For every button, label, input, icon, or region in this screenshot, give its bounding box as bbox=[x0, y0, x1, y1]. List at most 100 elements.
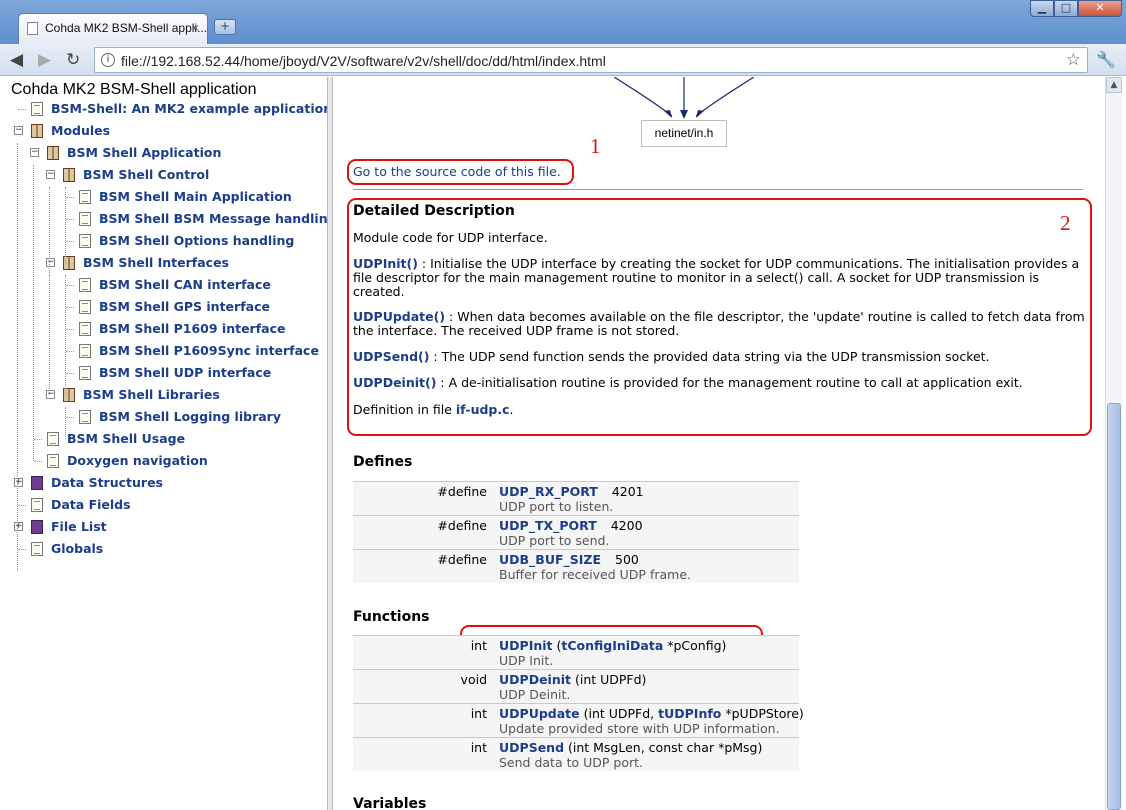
nav-item-label[interactable]: BSM-Shell: An MK2 example application bbox=[51, 101, 327, 116]
forward-arrow-icon[interactable]: ▶ bbox=[38, 50, 51, 70]
nav-item-label[interactable]: Data Fields bbox=[51, 497, 131, 512]
nav-item-label[interactable]: BSM Shell Usage bbox=[67, 431, 185, 446]
nav-item-label[interactable]: BSM Shell BSM Message handling bbox=[99, 211, 327, 226]
type-link[interactable]: tConfigIniData bbox=[561, 638, 663, 653]
tree-connector bbox=[66, 373, 74, 374]
nav-item[interactable]: Data Fields bbox=[0, 495, 327, 515]
nav-item[interactable]: − BSM Shell Control bbox=[0, 165, 327, 185]
nav-item-label[interactable]: Modules bbox=[51, 123, 110, 138]
return-type: int bbox=[470, 740, 487, 755]
nav-item-label[interactable]: BSM Shell CAN interface bbox=[99, 277, 271, 292]
collapse-icon[interactable]: − bbox=[30, 148, 39, 157]
functions-heading: Functions bbox=[353, 609, 430, 625]
new-tab-button[interactable]: + bbox=[214, 19, 236, 35]
doc-icon bbox=[79, 322, 91, 336]
nav-item-label[interactable]: BSM Shell Interfaces bbox=[83, 255, 229, 270]
vertical-scrollbar[interactable]: ▲ bbox=[1105, 77, 1122, 810]
collapse-icon[interactable]: − bbox=[46, 390, 55, 399]
nav-item-label[interactable]: Data Structures bbox=[51, 475, 163, 490]
nav-item[interactable]: − BSM Shell Application bbox=[0, 143, 327, 163]
back-arrow-icon[interactable]: ◀ bbox=[10, 50, 23, 70]
nav-item-label[interactable]: BSM Shell Options handling bbox=[99, 233, 294, 248]
define-row: #define UDP_RX_PORT 4201 UDP port to listen… bbox=[353, 481, 799, 515]
nav-item[interactable]: BSM Shell Logging library bbox=[0, 407, 327, 427]
wrench-menu-icon[interactable]: 🔧 bbox=[1096, 50, 1116, 69]
functions-table: int UDPInit (tConfigIniData *pConfig) UDP … bbox=[353, 635, 804, 771]
function-signature: UDPInit (tConfigIniData *pConfig) bbox=[499, 638, 726, 653]
function-link[interactable]: UDPSend() bbox=[353, 349, 429, 364]
nav-item-label[interactable]: BSM Shell GPS interface bbox=[99, 299, 270, 314]
function-row: void UDPDeinit (int UDPFd) UDP Deinit. bbox=[353, 669, 799, 703]
tab-close-icon[interactable]: × bbox=[191, 20, 199, 35]
tree-connector bbox=[66, 417, 74, 418]
source-code-link[interactable]: Go to the source code of this file. bbox=[353, 164, 561, 179]
nav-item[interactable]: + Data Structures bbox=[0, 473, 327, 493]
minimize-button[interactable]: ▁ bbox=[1030, 0, 1054, 17]
tree-connector bbox=[66, 197, 74, 198]
book-open-icon bbox=[63, 168, 75, 182]
doc-icon bbox=[31, 498, 43, 512]
nav-item-label[interactable]: BSM Shell P1609Sync interface bbox=[99, 343, 319, 358]
function-link[interactable]: UDPSend bbox=[499, 740, 564, 755]
expand-icon[interactable]: + bbox=[14, 478, 23, 487]
definition-file-link[interactable]: if-udp.c bbox=[456, 402, 510, 417]
definition-suffix: . bbox=[509, 402, 514, 417]
defines-table: #define UDP_RX_PORT 4201 UDP port to listen… bbox=[353, 481, 799, 583]
nav-item-label[interactable]: BSM Shell Libraries bbox=[83, 387, 220, 402]
function-signature: UDPDeinit (int UDPFd) bbox=[499, 672, 646, 687]
nav-item-label[interactable]: File List bbox=[51, 519, 107, 534]
type-link[interactable]: tUDPInfo bbox=[658, 706, 721, 721]
book-open-icon bbox=[31, 124, 43, 138]
book-open-icon bbox=[47, 146, 59, 160]
nav-item[interactable]: BSM-Shell: An MK2 example application bbox=[0, 99, 327, 119]
function-link[interactable]: UDPDeinit bbox=[499, 672, 571, 687]
define-value: 500 bbox=[615, 552, 639, 567]
nav-item-label[interactable]: BSM Shell P1609 interface bbox=[99, 321, 286, 336]
url-text[interactable]: file://192.168.52.44/home/jboyd/V2V/soft… bbox=[121, 53, 606, 69]
address-bar[interactable]: i file://192.168.52.44/home/jboyd/V2V/so… bbox=[94, 47, 1088, 73]
nav-item[interactable]: Doxygen navigation bbox=[0, 451, 327, 471]
doc-icon bbox=[31, 542, 43, 556]
reload-icon[interactable]: ↻ bbox=[66, 50, 80, 70]
browser-tab[interactable]: Cohda MK2 BSM-Shell appli... × bbox=[18, 13, 208, 44]
collapse-icon[interactable]: − bbox=[46, 258, 55, 267]
nav-item-label[interactable]: Globals bbox=[51, 541, 103, 556]
page-info-icon[interactable]: i bbox=[101, 53, 115, 67]
tree-connector bbox=[66, 285, 74, 286]
scroll-up-icon[interactable]: ▲ bbox=[1106, 77, 1122, 93]
function-link[interactable]: UDPInit bbox=[499, 638, 553, 653]
nav-item-label[interactable]: BSM Shell Application bbox=[67, 145, 221, 160]
collapse-icon[interactable]: − bbox=[46, 170, 55, 179]
collapse-icon[interactable]: − bbox=[14, 126, 23, 135]
close-window-button[interactable]: ✕ bbox=[1078, 0, 1122, 17]
maximize-button[interactable]: □ bbox=[1054, 0, 1078, 17]
divider bbox=[353, 189, 1083, 190]
function-link[interactable]: UDPUpdate bbox=[499, 706, 580, 721]
function-signature: UDPSend (int MsgLen, const char *pMsg) bbox=[499, 740, 762, 755]
expand-icon[interactable]: + bbox=[14, 522, 23, 531]
nav-item-label[interactable]: BSM Shell Logging library bbox=[99, 409, 281, 424]
define-description: UDP port to send. bbox=[499, 533, 610, 548]
nav-item-label[interactable]: Doxygen navigation bbox=[67, 453, 208, 468]
nav-item[interactable]: − Modules bbox=[0, 121, 327, 141]
function-link[interactable]: UDPDeinit() bbox=[353, 375, 436, 390]
define-link[interactable]: UDB_BUF_SIZE bbox=[499, 552, 601, 567]
define-name: UDB_BUF_SIZE 500 bbox=[499, 552, 639, 567]
detail-text: : A de-initialisation routine is provide… bbox=[436, 375, 1023, 390]
nav-item-label[interactable]: BSM Shell Main Application bbox=[99, 189, 292, 204]
nav-item[interactable]: + File List bbox=[0, 517, 327, 537]
define-link[interactable]: UDP_RX_PORT bbox=[499, 484, 598, 499]
function-link[interactable]: UDPInit() bbox=[353, 256, 418, 271]
include-graph-node[interactable]: netinet/in.h bbox=[641, 120, 727, 147]
nav-item[interactable]: Globals bbox=[0, 539, 327, 559]
nav-item[interactable]: BSM Shell Usage bbox=[0, 429, 327, 449]
nav-item-label[interactable]: BSM Shell UDP interface bbox=[99, 365, 271, 380]
function-link[interactable]: UDPUpdate() bbox=[353, 309, 445, 324]
defines-heading: Defines bbox=[353, 454, 413, 470]
scroll-thumb[interactable] bbox=[1107, 403, 1121, 810]
bookmark-star-icon[interactable]: ☆ bbox=[1066, 50, 1081, 70]
nav-item-label[interactable]: BSM Shell Control bbox=[83, 167, 209, 182]
tree-connector bbox=[66, 351, 74, 352]
tree-connector bbox=[18, 505, 26, 506]
define-link[interactable]: UDP_TX_PORT bbox=[499, 518, 597, 533]
